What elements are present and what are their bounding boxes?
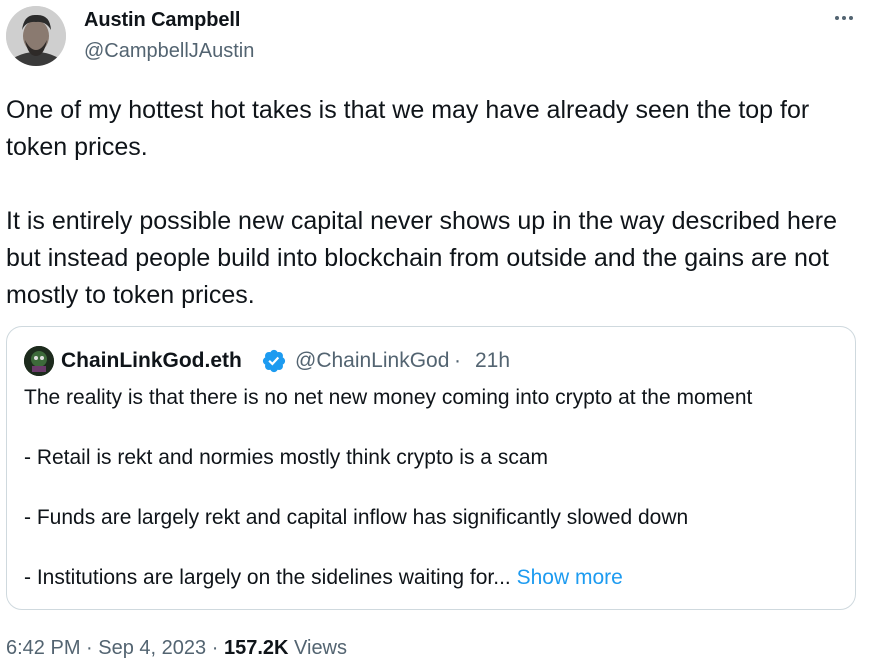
- meta-separator: ·: [86, 637, 93, 659]
- tweet-paragraph: It is entirely possible new capital neve…: [6, 207, 837, 309]
- avatar-image: [6, 6, 66, 66]
- more-button[interactable]: [826, 4, 862, 32]
- quote-avatar: [24, 346, 54, 376]
- quote-line: - Institutions are largely on the sideli…: [24, 566, 511, 589]
- quoted-tweet[interactable]: ChainLinkGod.eth @ChainLinkGod · 21h The…: [6, 326, 856, 610]
- tweet-text: One of my hottest hot takes is that we m…: [6, 92, 876, 314]
- author-name[interactable]: Austin Campbell: [84, 9, 240, 32]
- tweet-paragraph: One of my hottest hot takes is that we m…: [6, 96, 810, 161]
- quote-author-name: ChainLinkGod.eth: [61, 349, 242, 372]
- quote-line: - Retail is rekt and normies mostly thin…: [24, 446, 548, 469]
- tweet-date[interactable]: Sep 4, 2023: [98, 637, 206, 659]
- tweet: Austin Campbell @CampbellJAustin One of …: [0, 0, 894, 672]
- quote-timestamp: 21h: [475, 349, 511, 372]
- meta-separator: ·: [211, 637, 219, 659]
- tweet-metadata: 6:42 PM · Sep 4, 2023 · 157.2K Views: [6, 637, 347, 660]
- quote-line-last: - Institutions are largely on the sideli…: [24, 563, 844, 593]
- more-dots-icon: [835, 16, 839, 20]
- show-more-link[interactable]: Show more: [517, 566, 623, 589]
- quote-line: The reality is that there is no net new …: [24, 386, 753, 409]
- quote-separator: ·: [454, 349, 461, 372]
- tweet-time[interactable]: 6:42 PM: [6, 637, 80, 659]
- quote-author-handle: @ChainLinkGod: [295, 349, 450, 372]
- author-avatar[interactable]: [6, 6, 66, 66]
- quote-line: - Funds are largely rekt and capital inf…: [24, 506, 689, 529]
- author-handle[interactable]: @CampbellJAustin: [84, 40, 254, 63]
- quote-text: The reality is that there is no net new …: [24, 383, 844, 593]
- verified-badge-icon: [262, 349, 286, 373]
- quote-avatar-image: [24, 346, 54, 376]
- views-count: 157.2K: [223, 637, 289, 659]
- views-label: Views: [294, 637, 348, 659]
